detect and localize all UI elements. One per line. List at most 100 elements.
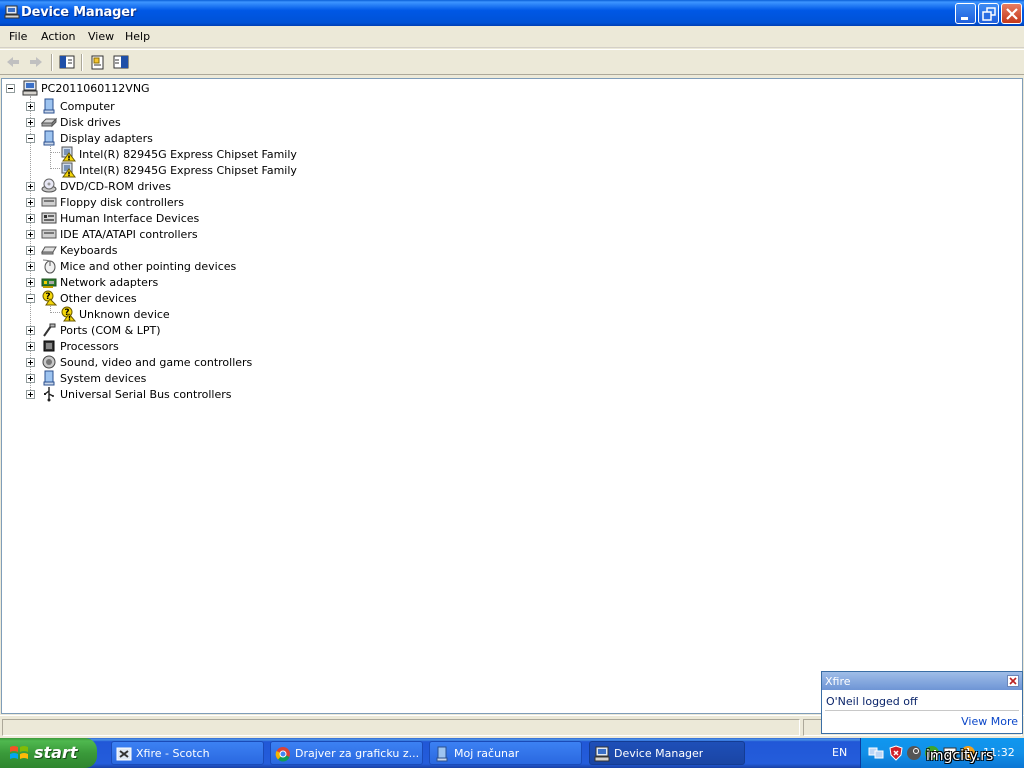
toolbar [0,49,1024,75]
computer-icon [43,98,55,114]
category-node[interactable]: Disk drives [2,114,602,130]
restore-icon [982,7,996,21]
display-adapter-icon [43,130,55,146]
category-node[interactable]: Display adapters [2,130,602,146]
expand-toggle[interactable] [26,342,35,351]
category-node[interactable]: Mice and other pointing devices [2,258,602,274]
minimize-button[interactable] [955,3,976,24]
expand-toggle[interactable] [26,326,35,335]
device-node[interactable]: Intel(R) 82945G Express Chipset Family [2,146,602,162]
usb-icon [44,387,54,402]
toolbar-separator [81,54,83,71]
unknown-device-icon: ? [61,306,76,322]
xfire-notification[interactable]: Xfire O'Neil logged off View More [821,671,1023,734]
menu-help[interactable]: Help [125,30,150,43]
root-collapse-toggle[interactable] [6,84,15,93]
node-label: System devices [60,372,147,385]
system-device-icon [43,370,55,386]
expand-toggle[interactable] [26,182,35,191]
start-label: start [34,743,78,762]
device-tree[interactable]: PC2011060112VNG Computer Disk drives Displ… [1,78,1023,714]
menu-file[interactable]: File [9,30,27,43]
device-manager-icon [4,5,20,19]
back-icon[interactable] [4,54,22,70]
help-icon[interactable] [112,54,130,70]
category-node[interactable]: Sound, video and game controllers [2,354,602,370]
category-node[interactable]: IDE ATA/ATAPI controllers [2,226,602,242]
task-device-manager[interactable]: Device Manager [589,741,745,765]
xfire-close-button[interactable] [1007,675,1019,687]
mouse-icon [42,259,56,274]
node-label: Sound, video and game controllers [60,356,253,369]
category-node[interactable]: Floppy disk controllers [2,194,602,210]
expand-toggle[interactable] [26,246,35,255]
properties-icon[interactable] [89,54,107,70]
category-node[interactable]: Human Interface Devices [2,210,602,226]
language-indicator[interactable]: EN [832,746,847,759]
task-label: Drajver za graficku z... [295,747,420,760]
expand-toggle[interactable] [26,118,35,127]
expand-toggle[interactable] [26,374,35,383]
device-node[interactable]: Intel(R) 82945G Express Chipset Family [2,162,602,178]
node-label: IDE ATA/ATAPI controllers [60,228,198,241]
expand-toggle[interactable] [26,102,35,111]
network-tray-icon[interactable] [868,745,884,761]
steam-tray-icon[interactable] [906,745,922,761]
root-node-label[interactable]: PC2011060112VNG [41,82,150,98]
category-node[interactable]: Processors [2,338,602,354]
start-button[interactable]: start [0,738,97,768]
category-node[interactable]: DVD/CD-ROM drives [2,178,602,194]
category-node[interactable]: System devices [2,370,602,386]
security-shield-icon[interactable] [888,745,904,761]
expand-toggle[interactable] [26,198,35,207]
watermark-text: imgcity.rs [926,748,994,764]
expand-toggle[interactable] [26,262,35,271]
category-node[interactable]: Computer [2,98,602,114]
show-hide-tree-icon[interactable] [58,54,76,70]
forward-icon[interactable] [27,54,45,70]
window-title: Device Manager [21,5,137,20]
node-label: Other devices [60,292,137,305]
menu-view[interactable]: View [88,30,114,43]
title-bar[interactable]: Device Manager [0,0,1024,26]
expand-toggle[interactable] [26,214,35,223]
close-button[interactable] [1001,3,1022,24]
ide-controller-icon [41,229,57,239]
xfire-header: Xfire [822,672,1022,690]
windows-logo-icon [10,746,28,759]
status-cell [2,719,800,736]
menu-action[interactable]: Action [41,30,75,43]
taskbar: start Xfire - Scotch Drajver za graficku… [0,738,1024,768]
device-node[interactable]: ? Unknown device [2,306,602,322]
xfire-icon [116,747,132,761]
expand-toggle[interactable] [26,358,35,367]
node-label: Disk drives [60,116,121,129]
xfire-view-more-link[interactable]: View More [961,715,1018,728]
node-label: Mice and other pointing devices [60,260,237,273]
category-node[interactable]: Network adapters [2,274,602,290]
warning-device-icon [61,162,76,178]
category-node[interactable]: Ports (COM & LPT) [2,322,602,338]
toolbar-separator [51,54,53,71]
category-node[interactable]: Keyboards [2,242,602,258]
task-chrome[interactable]: Drajver za graficku z... [270,741,423,765]
my-computer-icon [436,746,448,762]
node-label: Network adapters [60,276,159,289]
other-devices-icon: ? [42,290,57,306]
node-label: Display adapters [60,132,153,145]
task-my-computer[interactable]: Moj računar [429,741,582,765]
expand-toggle[interactable] [26,390,35,399]
network-adapter-icon [41,278,57,288]
restore-button[interactable] [978,3,999,24]
warning-device-icon [61,146,76,162]
task-xfire[interactable]: Xfire - Scotch [111,741,264,765]
close-icon [1006,8,1018,20]
expand-toggle[interactable] [26,230,35,239]
expand-toggle[interactable] [26,278,35,287]
category-node[interactable]: ? Other devices [2,290,602,306]
collapse-toggle[interactable] [26,134,35,143]
collapse-toggle[interactable] [26,294,35,303]
hid-icon [41,212,57,224]
category-node[interactable]: Universal Serial Bus controllers [2,386,602,402]
node-label: Universal Serial Bus controllers [60,388,232,401]
